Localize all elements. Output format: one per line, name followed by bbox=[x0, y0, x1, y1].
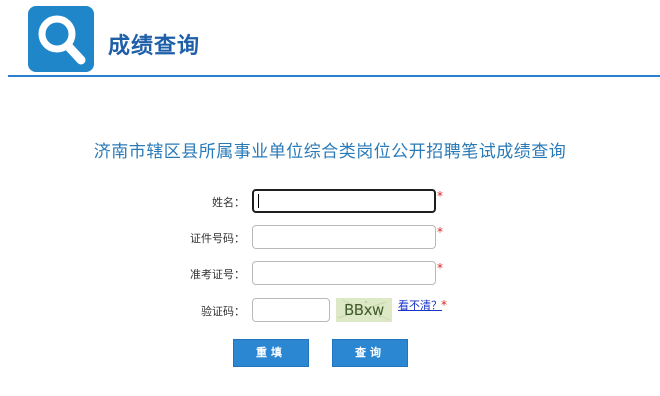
text-cursor bbox=[258, 194, 259, 208]
id-row: 证件号码： * bbox=[0, 225, 660, 251]
exam-label: 准考证号： bbox=[190, 268, 245, 281]
captcha-input[interactable] bbox=[252, 298, 330, 322]
page-title: 济南市辖区县所属事业单位综合类岗位公开招聘笔试成绩查询 bbox=[93, 142, 567, 162]
reset-button[interactable]: 重填 bbox=[233, 339, 309, 367]
captcha-label: 验证码： bbox=[201, 305, 245, 318]
page-header: 成绩查询 bbox=[0, 0, 660, 78]
required-mark: * bbox=[437, 261, 443, 275]
required-mark: * bbox=[441, 298, 447, 312]
header-divider bbox=[8, 75, 660, 77]
query-button[interactable]: 查询 bbox=[332, 339, 408, 367]
search-icon bbox=[38, 15, 86, 65]
id-label: 证件号码： bbox=[190, 232, 245, 245]
name-row: 姓名： * bbox=[0, 189, 660, 215]
refresh-captcha-link[interactable]: 看不清？ bbox=[398, 297, 442, 313]
id-number-input[interactable] bbox=[252, 225, 436, 249]
header-title: 成绩查询 bbox=[108, 34, 201, 59]
name-label: 姓名： bbox=[212, 196, 245, 209]
name-input[interactable] bbox=[252, 189, 436, 213]
logo bbox=[28, 6, 94, 72]
captcha-row: 验证码： BBxw 看不清？ * bbox=[0, 298, 660, 324]
exam-number-input[interactable] bbox=[252, 261, 436, 285]
required-mark: * bbox=[437, 189, 443, 203]
captcha-text: BBxw bbox=[344, 301, 384, 319]
captcha-image[interactable]: BBxw bbox=[336, 298, 392, 322]
required-mark: * bbox=[437, 225, 443, 239]
exam-row: 准考证号： * bbox=[0, 261, 660, 287]
